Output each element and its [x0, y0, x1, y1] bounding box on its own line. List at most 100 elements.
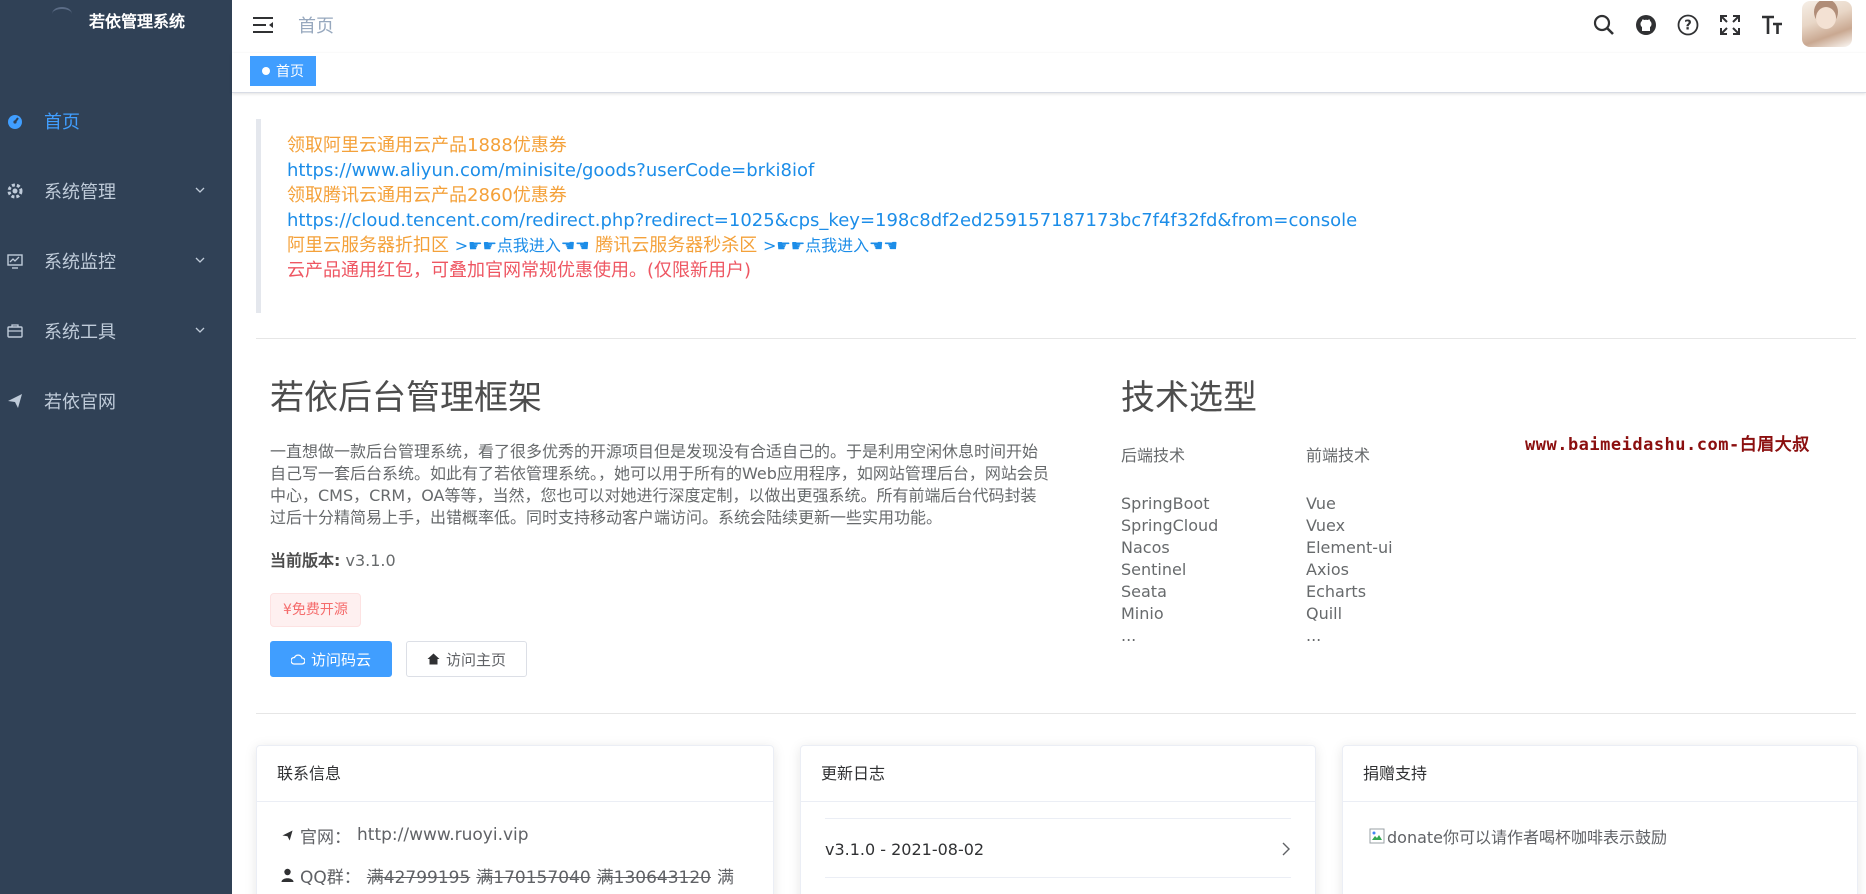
sidebar-item-label: 首页	[44, 112, 80, 133]
fullscreen-icon[interactable]	[1718, 13, 1742, 37]
watermark-text: www.baimeidashu.com-白眉大叔	[1525, 435, 1810, 455]
dashboard-icon	[6, 112, 24, 130]
sidebar-item-monitor[interactable]: 系统监控	[0, 226, 232, 296]
font-size-icon[interactable]	[1760, 13, 1784, 37]
sidebar-item-label: 系统管理	[44, 182, 116, 203]
sidebar-item-label: 系统监控	[44, 252, 116, 273]
qq-group[interactable]: 满42799195	[367, 863, 471, 888]
tech-item: Sentinel	[1121, 560, 1187, 579]
qq-group[interactable]: 满	[717, 863, 734, 888]
changelog-card: 更新日志 v3.1.0 - 2021-08-02	[800, 745, 1316, 894]
tech-item: Quill	[1306, 604, 1343, 623]
send-icon	[282, 829, 293, 841]
sidebar-logo[interactable]: 若依管理系统	[0, 0, 232, 40]
contact-qq: QQ群： 满42799195 满170157040 满130643120 满	[281, 860, 749, 890]
promo-enter-link[interactable]: >☛☛点我进入☚☚	[763, 236, 898, 255]
navbar: 首页 ?	[232, 0, 1866, 50]
promo-line[interactable]: 领取阿里云通用云产品1888优惠券	[287, 133, 1856, 158]
visit-gitee-label: 访问码云	[311, 650, 372, 669]
tech-item: SpringCloud	[1121, 516, 1219, 535]
tech-item: Nacos	[1121, 538, 1170, 557]
broken-image-icon	[1369, 828, 1385, 844]
frontend-title: 前端技术	[1306, 446, 1371, 465]
tag-home[interactable]: 首页	[250, 56, 316, 86]
promo-enter-link[interactable]: >☛☛点我进入☚☚	[455, 236, 590, 255]
donate-card: 捐赠支持 donate你可以请作者喝杯咖啡表示鼓励	[1342, 745, 1858, 894]
changelog-card-title: 更新日志	[801, 746, 1315, 802]
promo-link[interactable]: https://www.aliyun.com/minisite/goods?us…	[287, 158, 1856, 183]
tech-item: Minio	[1121, 604, 1164, 623]
donate-text: donate你可以请作者喝杯咖啡表示鼓励	[1387, 828, 1668, 847]
tech-item: Vuex	[1306, 516, 1346, 535]
changelog-entry[interactable]: v3.1.0 - 2021-08-02	[825, 818, 1291, 878]
tech-item: Element-ui	[1306, 538, 1393, 557]
logo-icon	[47, 3, 77, 23]
visit-gitee-button[interactable]: 访问码云	[270, 641, 393, 677]
sidebar-item-website[interactable]: 若依官网	[0, 366, 232, 436]
sidebar-item-system[interactable]: 系统管理	[0, 156, 232, 226]
sidebar-menu: 首页 系统管理 系统监控 系统工具 若依官网	[0, 86, 232, 436]
tech-title: 技术选型	[1121, 378, 1257, 418]
divider	[256, 338, 1856, 339]
qq-group[interactable]: 满170157040	[476, 863, 590, 888]
visit-home-label: 访问主页	[446, 650, 507, 669]
donate-card-body: donate你可以请作者喝杯咖啡表示鼓励	[1343, 802, 1857, 870]
sidebar-item-label: 若依官网	[44, 392, 116, 413]
sidebar-item-label: 系统工具	[44, 322, 116, 343]
send-icon	[6, 392, 24, 410]
intro-title: 若依后台管理框架	[270, 378, 542, 418]
contact-card-body: 官网： http://www.ruoyi.vip QQ群： 满42799195 …	[257, 802, 773, 894]
promo-tencent-zone[interactable]: 腾讯云服务器秒杀区	[595, 235, 757, 256]
tech-item: Vue	[1306, 494, 1336, 513]
contact-card: 联系信息 官网： http://www.ruoyi.vip QQ群： 满4279…	[256, 745, 774, 894]
promo-note: 云产品通用红包，可叠加官网常规优惠使用。(仅限新用户)	[287, 260, 752, 281]
promo-aliyun-zone[interactable]: 阿里云服务器折扣区	[287, 235, 449, 256]
promo-link[interactable]: https://cloud.tencent.com/redirect.php?r…	[287, 208, 1856, 233]
contact-card-title: 联系信息	[257, 746, 773, 802]
visit-home-button[interactable]: 访问主页	[406, 641, 528, 677]
intro-description: 一直想做一款后台管理系统，看了很多优秀的开源项目但是发现没有合适自己的。于是利用…	[270, 442, 1049, 527]
chevron-down-icon	[195, 257, 205, 263]
cloud-icon	[291, 654, 305, 665]
tags-view: 首页	[232, 53, 1866, 93]
github-icon[interactable]	[1634, 13, 1658, 37]
chevron-down-icon	[195, 187, 205, 193]
tech-item: ...	[1306, 626, 1322, 645]
tech-section: 技术选型 后端技术 SpringBoot SpringCloud Nacos S…	[1121, 370, 1841, 647]
avatar[interactable]	[1802, 1, 1852, 47]
qq-group[interactable]: 满130643120	[597, 863, 711, 888]
sidebar-title: 若依管理系统	[88, 12, 185, 31]
sidebar-item-home[interactable]: 首页	[0, 86, 232, 156]
monitor-icon	[6, 252, 24, 270]
divider	[256, 713, 1856, 714]
contact-site-label: 官网：	[300, 827, 351, 848]
contact-site-link[interactable]: http://www.ruoyi.vip	[357, 825, 529, 845]
changelog-entry-title: v3.1.0 - 2021-08-02	[825, 839, 985, 859]
version-label: 当前版本:	[270, 551, 341, 570]
avatar-dropdown[interactable]	[1802, 1, 1852, 47]
intro-section: 若依后台管理框架 一直想做一款后台管理系统，看了很多优秀的开源项目但是发现没有合…	[270, 370, 1050, 677]
chevron-right-icon	[1282, 842, 1290, 856]
contact-qq-label: QQ群：	[300, 867, 361, 888]
tech-item: ...	[1121, 626, 1137, 645]
svg-text:?: ?	[1684, 19, 1692, 34]
backend-column: 后端技术 SpringBoot SpringCloud Nacos Sentin…	[1121, 445, 1306, 647]
tech-item: Axios	[1306, 560, 1349, 579]
backend-title: 后端技术	[1121, 446, 1186, 465]
search-icon[interactable]	[1592, 13, 1616, 37]
home-icon	[427, 653, 440, 665]
frontend-column: 前端技术 Vue Vuex Element-ui Axios Echarts Q…	[1306, 445, 1491, 647]
free-badge: ¥免费开源	[270, 593, 361, 627]
tech-item: SpringBoot	[1121, 494, 1210, 513]
promo-notice: 领取阿里云通用云产品1888优惠券 https://www.aliyun.com…	[256, 119, 1856, 313]
promo-line[interactable]: 领取腾讯云通用云产品2860优惠券	[287, 183, 1856, 208]
hamburger-icon[interactable]	[252, 13, 276, 37]
user-icon	[281, 868, 294, 882]
sidebar-item-tools[interactable]: 系统工具	[0, 296, 232, 366]
version-info: 当前版本: v3.1.0	[270, 547, 1050, 571]
sidebar: 若依管理系统 首页 系统管理 系统监控 系统工具 若依官网	[0, 0, 232, 894]
help-icon[interactable]: ?	[1676, 13, 1700, 37]
intro-buttons: 访问码云 访问主页	[270, 641, 1050, 677]
toolbox-icon	[6, 322, 24, 340]
right-menu: ?	[1592, 0, 1852, 50]
